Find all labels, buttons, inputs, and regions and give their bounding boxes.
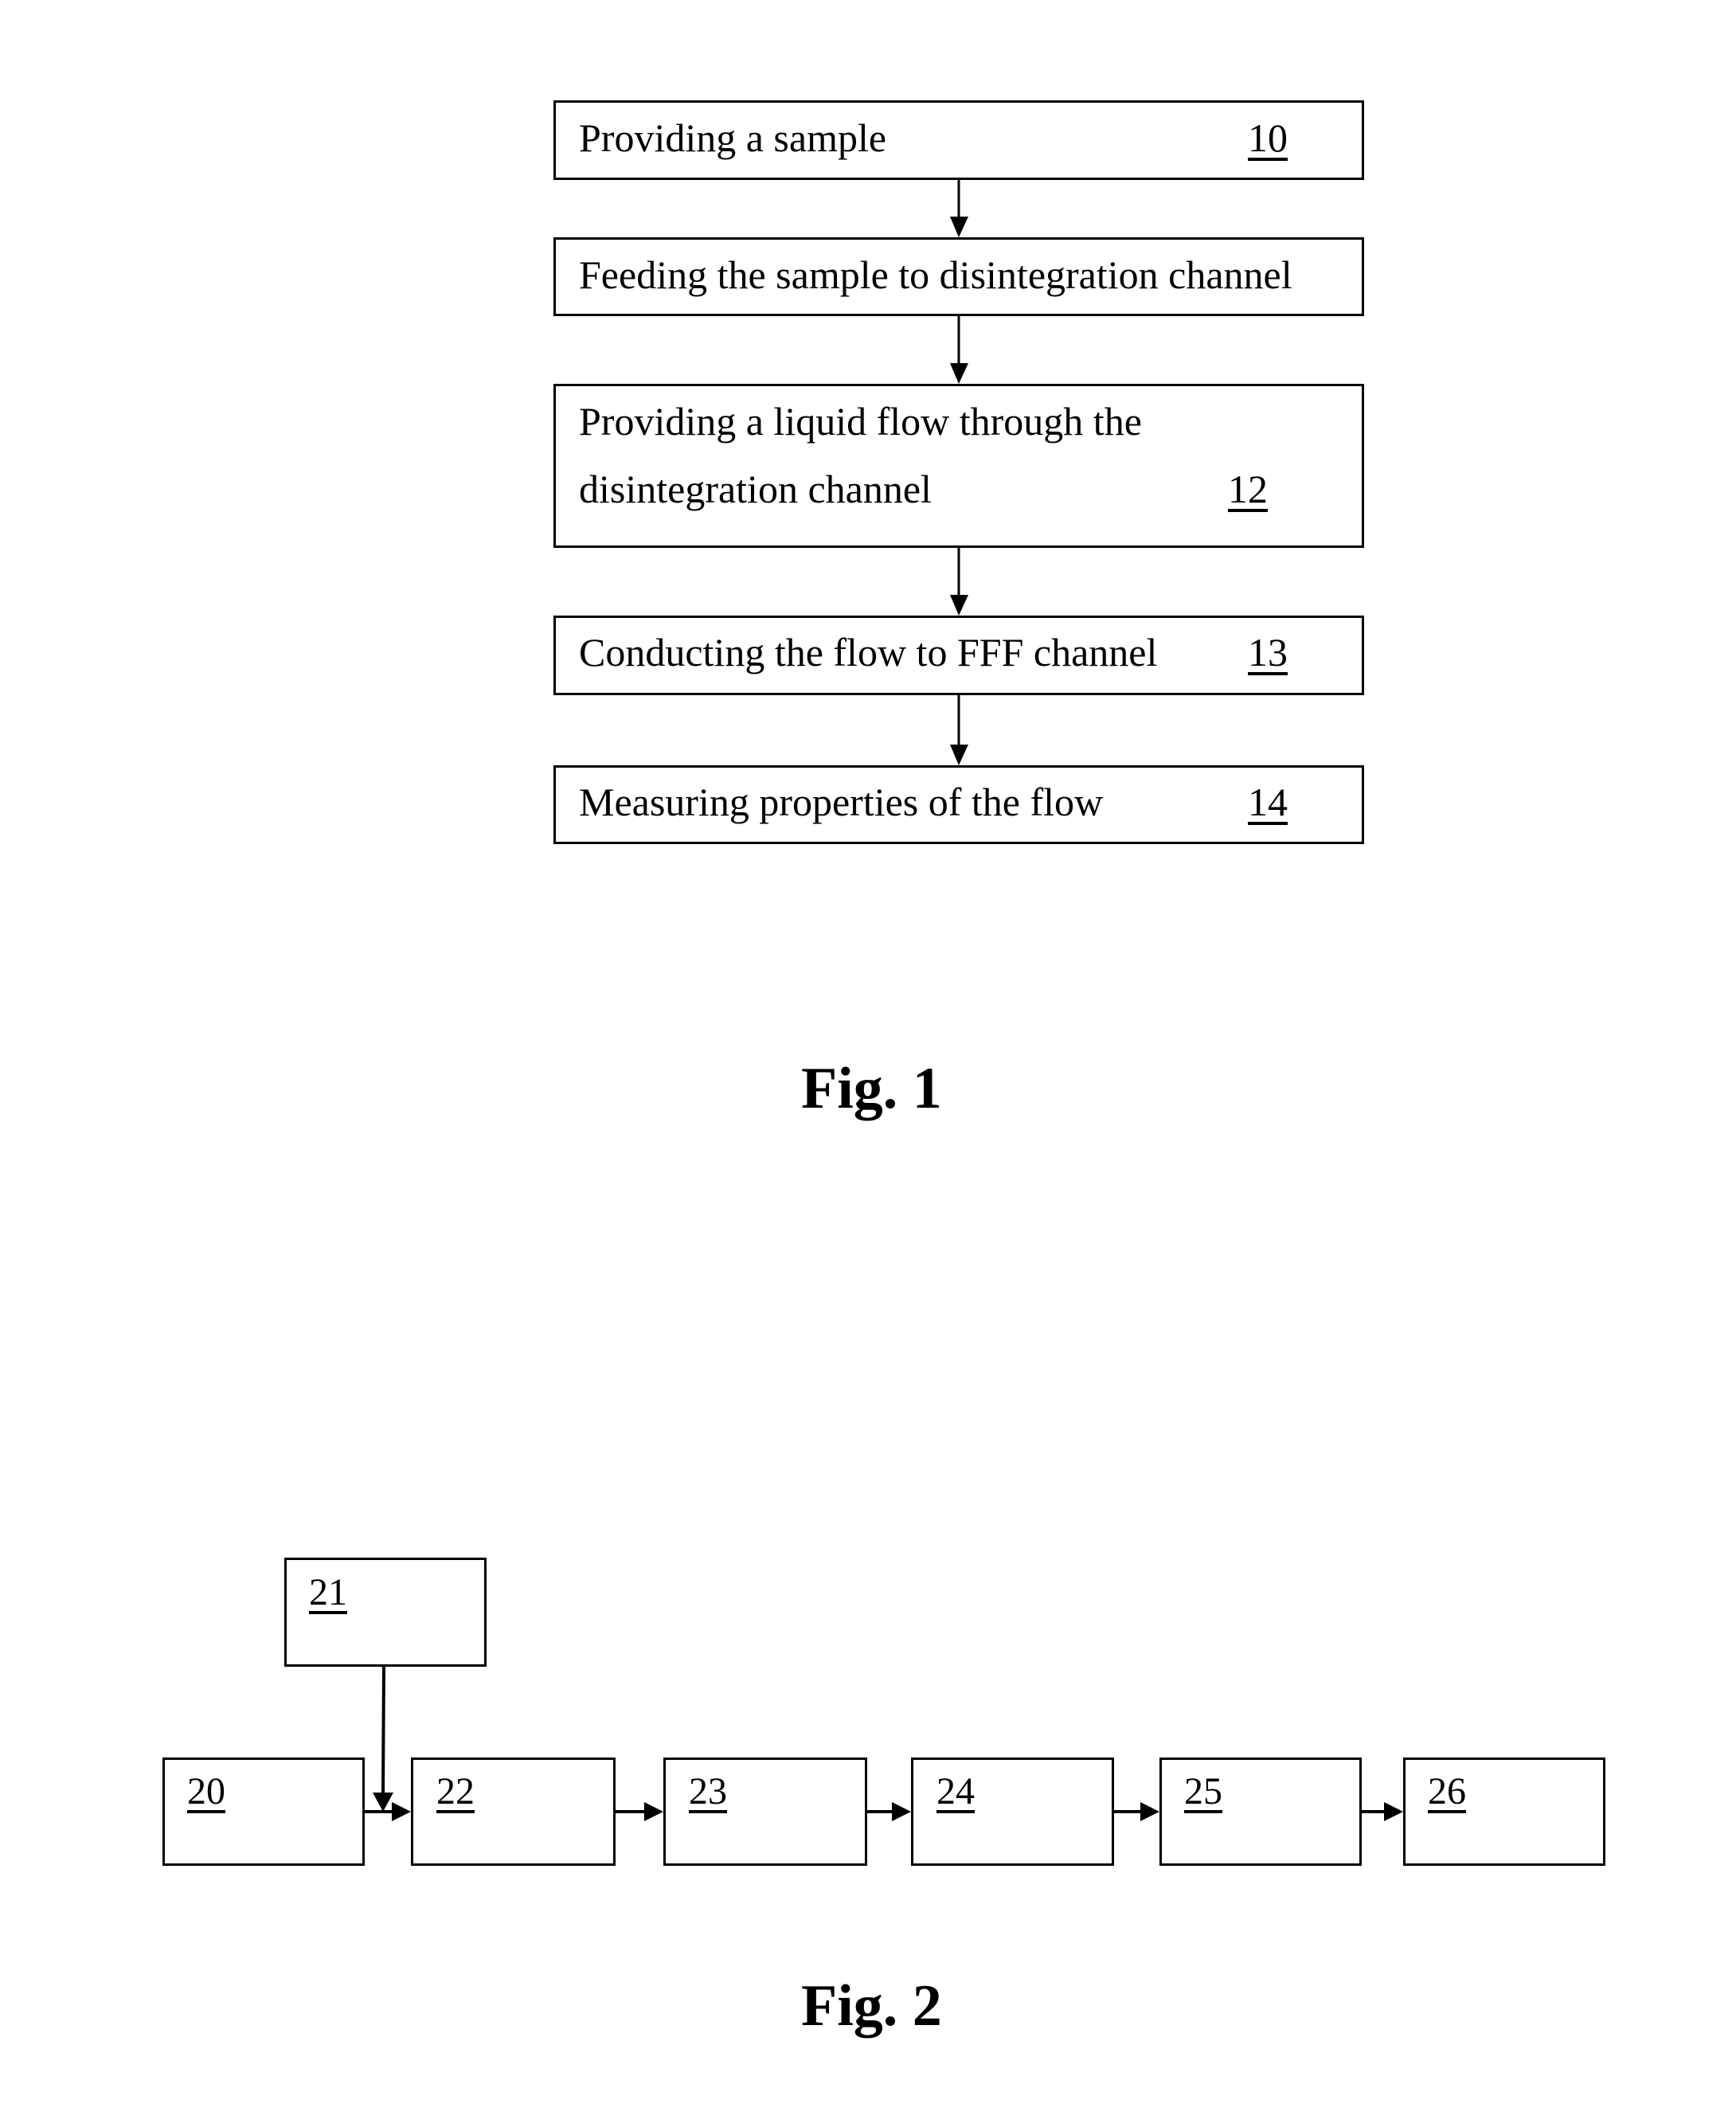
- step-ref-number: 12: [1228, 467, 1268, 511]
- arrow-25-to-26: [1362, 1802, 1403, 1821]
- arrow-22-to-23: [616, 1802, 663, 1821]
- arrow-head-icon: [1140, 1802, 1159, 1821]
- block-ref-number: 24: [936, 1770, 975, 1812]
- arrow-step-12-to-13: [950, 548, 968, 616]
- arrow-24-to-25: [1114, 1802, 1159, 1821]
- step-ref-number: 13: [1248, 630, 1288, 674]
- step-label: Feeding the sample to disintegration cha…: [579, 252, 1292, 297]
- block-ref-number: 26: [1428, 1770, 1466, 1812]
- arrow-head-icon: [892, 1802, 911, 1821]
- block-ref-number: 21: [309, 1571, 347, 1613]
- step-label: Measuring properties of the flow: [579, 780, 1104, 824]
- block-ref-number: 25: [1184, 1770, 1222, 1812]
- arrow-head-icon: [1384, 1802, 1403, 1821]
- arrow-head-icon: [392, 1802, 411, 1821]
- figure-2-caption: Fig. 2: [801, 1973, 942, 2039]
- block-ref-number: 22: [436, 1770, 475, 1812]
- step-ref-number: 10: [1248, 115, 1288, 160]
- step-label-line-2: disintegration channel: [579, 467, 932, 511]
- arrow-head-icon: [644, 1802, 663, 1821]
- block-ref-number: 20: [187, 1770, 225, 1812]
- block-ref-number: 23: [689, 1770, 727, 1812]
- step-label-line-1: Providing a liquid flow through the: [579, 399, 1142, 444]
- step-ref-number: 14: [1248, 780, 1288, 824]
- arrow-head-icon: [373, 1793, 393, 1812]
- arrow-shaft: [381, 1666, 385, 1795]
- arrow-step-10-to-11: [950, 180, 968, 237]
- arrow-step-11-to-12: [950, 316, 968, 384]
- step-label: Conducting the flow to FFF channel: [579, 630, 1158, 674]
- arrow-21-to-22: [373, 1666, 393, 1812]
- arrow-head-icon: [950, 363, 968, 384]
- arrow-head-icon: [950, 745, 968, 765]
- arrow-step-13-to-14: [950, 695, 968, 765]
- arrow-23-to-24: [867, 1802, 911, 1821]
- arrow-head-icon: [950, 595, 968, 616]
- step-label: Providing a sample: [579, 115, 887, 160]
- arrow-20-to-22: [365, 1802, 411, 1821]
- figure-1-caption: Fig. 1: [801, 1056, 942, 1121]
- arrow-head-icon: [950, 217, 968, 237]
